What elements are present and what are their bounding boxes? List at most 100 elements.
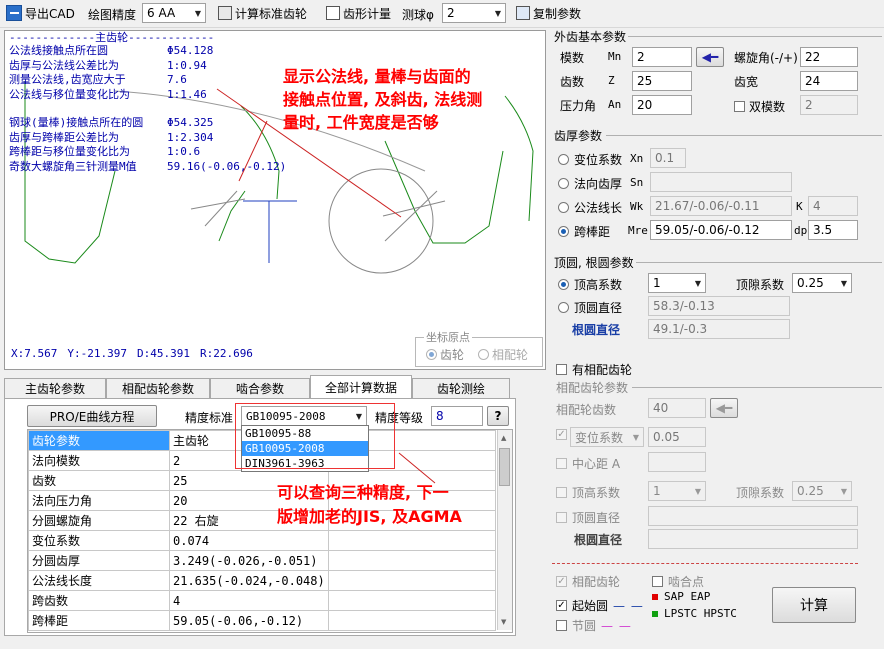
origin-mate-radio[interactable]: 相配轮 <box>478 346 528 363</box>
mate-tip-checkbox[interactable]: 顶圆直径 <box>556 509 620 526</box>
help-button[interactable]: ? <box>487 406 509 426</box>
table-header-cell[interactable]: 齿轮参数 <box>28 430 170 451</box>
table-cell[interactable]: 分圆螺旋角 <box>28 510 170 531</box>
table-cell[interactable] <box>328 550 496 571</box>
pressure-field[interactable]: 20 <box>632 95 692 115</box>
tab-mesh[interactable]: 啮合参数 <box>210 378 310 398</box>
helix-field[interactable]: 22 <box>800 47 858 67</box>
info-value: 1:1.46 <box>167 87 207 101</box>
root-dia-field[interactable]: 49.1/-0.3 <box>648 319 790 339</box>
tab-all-data[interactable]: 全部计算数据 <box>310 375 412 398</box>
table-row[interactable]: 分圆齿厚 3.249(-0.026,-0.051) <box>28 550 496 571</box>
mate-shift-select[interactable]: 变位系数 ▼ <box>570 427 644 447</box>
table-cell[interactable]: 跨齿数 <box>28 590 170 611</box>
mate-clearance-select[interactable]: 0.25 ▼ <box>792 481 852 501</box>
mate-shift-checkbox[interactable]: ✓ <box>556 429 567 440</box>
magenta-dash-line: — — <box>601 618 632 633</box>
shift-radio[interactable]: 变位系数 <box>558 151 622 168</box>
table-cell[interactable]: 变位系数 <box>28 530 170 551</box>
mate-addendum-checkbox[interactable]: 顶高系数 <box>556 484 620 501</box>
table-cell[interactable] <box>328 530 496 551</box>
wk-symbol: Wk <box>630 200 644 213</box>
addendum-radio[interactable]: 顶高系数 <box>558 276 622 293</box>
k-field[interactable]: 4 <box>808 196 858 216</box>
legend-mesh-point-label: 啮合点 <box>668 575 705 589</box>
legend-start-circle-checkbox[interactable]: ✓ 起始圆 — — <box>556 597 644 614</box>
legend-mesh-point-checkbox[interactable]: 啮合点 <box>652 573 704 590</box>
mate-teeth-field[interactable]: 40 <box>648 398 706 418</box>
legend-mate-gear-checkbox[interactable]: ✓ 相配齿轮 <box>556 573 620 590</box>
calc-standard-gear-button[interactable]: 计算标准齿轮 <box>216 3 309 23</box>
normal-thick-field[interactable] <box>650 172 792 192</box>
measure-phi-select[interactable]: 2 ▼ <box>442 3 506 23</box>
table-cell[interactable] <box>328 610 496 631</box>
table-cell[interactable]: 分圆齿厚 <box>28 550 170 571</box>
module-label: 模数 <box>560 51 585 65</box>
width-field[interactable]: 24 <box>800 71 858 91</box>
origin-gear-radio[interactable]: 齿轮 <box>426 346 464 363</box>
tab-main-gear[interactable]: 主齿轮参数 <box>4 378 106 398</box>
copy-params-button[interactable]: 复制参数 <box>514 3 583 23</box>
double-module-field[interactable]: 2 <box>800 95 858 115</box>
precision-select[interactable]: 6 AA ▼ <box>142 3 206 23</box>
table-cell[interactable]: 公法线长度 <box>28 570 170 591</box>
mate-tip-field[interactable] <box>648 506 858 526</box>
annotation-line: 显示公法线, 量棒与齿面的 <box>283 67 471 86</box>
center-distance-field[interactable] <box>648 452 706 472</box>
wk-radio[interactable]: 公法线长 <box>558 199 622 216</box>
table-cell[interactable]: 59.05(-0.06,-0.12) <box>169 610 329 631</box>
table-cell[interactable]: 4 <box>169 590 329 611</box>
table-cell[interactable]: 跨棒距 <box>28 610 170 631</box>
table-scrollbar[interactable]: ▲ ▼ <box>497 430 512 630</box>
root-dia-value: 49.1/-0.3 <box>653 322 708 336</box>
wk-field[interactable]: 21.67/-0.06/-0.11 <box>650 196 792 216</box>
tip-dia-radio[interactable]: 顶圆直径 <box>558 299 622 316</box>
checkbox-icon <box>556 487 567 498</box>
export-cad-button[interactable]: 导出CAD <box>4 3 77 23</box>
scroll-up-icon[interactable]: ▲ <box>501 434 506 442</box>
table-row[interactable]: 变位系数 0.074 <box>28 530 496 551</box>
clearance-select[interactable]: 0.25 ▼ <box>792 273 852 293</box>
drawing-canvas[interactable]: -------------主齿轮------------- 公法线接触点所在圆 Φ… <box>4 30 546 370</box>
table-cell[interactable] <box>328 590 496 611</box>
teeth-field[interactable]: 25 <box>632 71 692 91</box>
table-row[interactable]: 跨齿数 4 <box>28 590 496 611</box>
tab-mate-gear[interactable]: 相配齿轮参数 <box>106 378 210 398</box>
tip-dia-field[interactable]: 58.3/-0.13 <box>648 296 790 316</box>
module-field[interactable]: 2 <box>632 47 692 67</box>
scrollbar-thumb[interactable] <box>499 448 510 486</box>
addendum-select[interactable]: 1 ▼ <box>648 273 706 293</box>
has-mate-checkbox[interactable]: 有相配齿轮 <box>556 361 632 378</box>
calculate-button[interactable]: 计算 <box>772 587 856 623</box>
mre-radio[interactable]: 跨棒距 <box>558 223 610 240</box>
info-row: 齿厚与跨棒距公差比为 1:2.304 <box>9 131 286 146</box>
radio-icon <box>558 154 569 165</box>
shift-field[interactable]: 0.1 <box>650 148 686 168</box>
table-row[interactable]: 跨棒距 59.05(-0.06,-0.12) <box>28 610 496 631</box>
table-cell[interactable] <box>328 570 496 591</box>
table-cell[interactable]: 法向模数 <box>28 450 170 471</box>
grade-field[interactable]: 8 <box>431 406 483 426</box>
table-cell[interactable]: 齿数 <box>28 470 170 491</box>
mate-teeth-pick-button[interactable]: ◀━ <box>710 398 738 418</box>
table-cell[interactable]: 21.635(-0.024,-0.048) <box>169 570 329 591</box>
pro-e-button[interactable]: PRO/E曲线方程 <box>27 405 157 427</box>
mate-root-field[interactable] <box>648 529 858 549</box>
legend-pitch-checkbox[interactable]: 节圆 — — <box>556 617 632 634</box>
table-cell[interactable]: 法向压力角 <box>28 490 170 511</box>
mate-shift-field[interactable]: 0.05 <box>648 427 706 447</box>
module-pick-button[interactable]: ◀━ <box>696 47 724 67</box>
table-cell[interactable]: 3.249(-0.026,-0.051) <box>169 550 329 571</box>
scroll-down-icon[interactable]: ▼ <box>501 618 506 626</box>
mate-addendum-select[interactable]: 1 ▼ <box>648 481 706 501</box>
tab-mapping[interactable]: 齿轮测绘 <box>412 378 510 398</box>
tooth-measure-button[interactable]: 齿形计量 <box>324 3 393 23</box>
double-module-checkbox[interactable]: 双模数 <box>734 98 785 115</box>
calc-standard-gear-label: 计算标准齿轮 <box>235 6 308 21</box>
dp-field[interactable]: 3.5 <box>808 220 858 240</box>
table-cell[interactable]: 0.074 <box>169 530 329 551</box>
normal-thick-radio[interactable]: 法向齿厚 <box>558 175 622 192</box>
mre-field[interactable]: 59.05/-0.06/-0.12 <box>650 220 792 240</box>
table-row[interactable]: 公法线长度 21.635(-0.024,-0.048) <box>28 570 496 591</box>
center-distance-checkbox[interactable]: 中心距 A <box>556 455 620 472</box>
